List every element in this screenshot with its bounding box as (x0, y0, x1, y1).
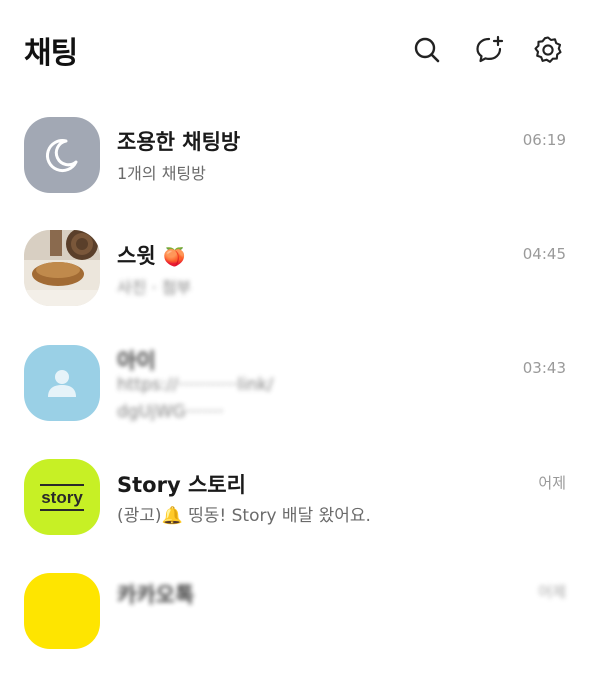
avatar (24, 345, 100, 421)
chat-name: 아이 (117, 349, 156, 373)
chat-item-sweet[interactable]: 스윗 🍑 사진 · 첨부 04:45 (0, 230, 590, 340)
chat-preview: 1개의 채팅방 (117, 164, 206, 183)
search-button[interactable] (410, 33, 444, 67)
settings-icon (534, 36, 562, 63)
chat-time: 어제 (538, 583, 566, 601)
chat-time: 04:45 (522, 245, 566, 263)
new-chat-icon (476, 35, 504, 63)
chat-name: 스윗 (117, 244, 156, 268)
new-chat-button[interactable] (472, 33, 506, 67)
avatar (24, 573, 100, 649)
avatar-photo (24, 230, 100, 306)
chat-preview: (광고)🔔 띵동! Story 배달 왔어요. (117, 506, 371, 526)
avatar: story (24, 459, 100, 535)
story-logo-text: story (41, 487, 83, 507)
search-icon (414, 37, 440, 63)
preview-line: https://···········link/ (117, 375, 274, 395)
photo-thumbnail (24, 230, 100, 306)
page-title: 채팅 (24, 36, 78, 71)
moon-icon (46, 139, 78, 173)
preview-line: dgUjWG······· (117, 402, 224, 422)
chat-item-ai[interactable]: 아이 https://···········link/ dgUjWG······… (0, 345, 590, 455)
emoji: 🍑 (162, 247, 186, 268)
story-logo: story (40, 483, 84, 511)
chat-name: 카카오톡 (117, 583, 195, 607)
header: 채팅 (0, 0, 590, 100)
chat-name: Story 스토리 (117, 473, 246, 497)
chat-time: 어제 (538, 474, 566, 492)
chat-time: 06:19 (522, 131, 566, 149)
avatar (24, 117, 100, 193)
person-icon (48, 370, 76, 397)
chat-name-wrap: 스윗 🍑 (117, 240, 185, 270)
chat-item-quiet-room[interactable]: 조용한 채팅방 1개의 채팅방 06:19 (0, 117, 590, 227)
settings-button[interactable] (531, 33, 565, 67)
chat-item-story[interactable]: story Story 스토리 (광고)🔔 띵동! Story 배달 왔어요. … (0, 459, 590, 569)
chat-time: 03:43 (522, 359, 566, 377)
chat-preview: https://···········link/ dgUjWG······· (117, 372, 447, 426)
chat-preview: 사진 · 첨부 (117, 278, 192, 297)
chat-name: 조용한 채팅방 (117, 130, 241, 154)
